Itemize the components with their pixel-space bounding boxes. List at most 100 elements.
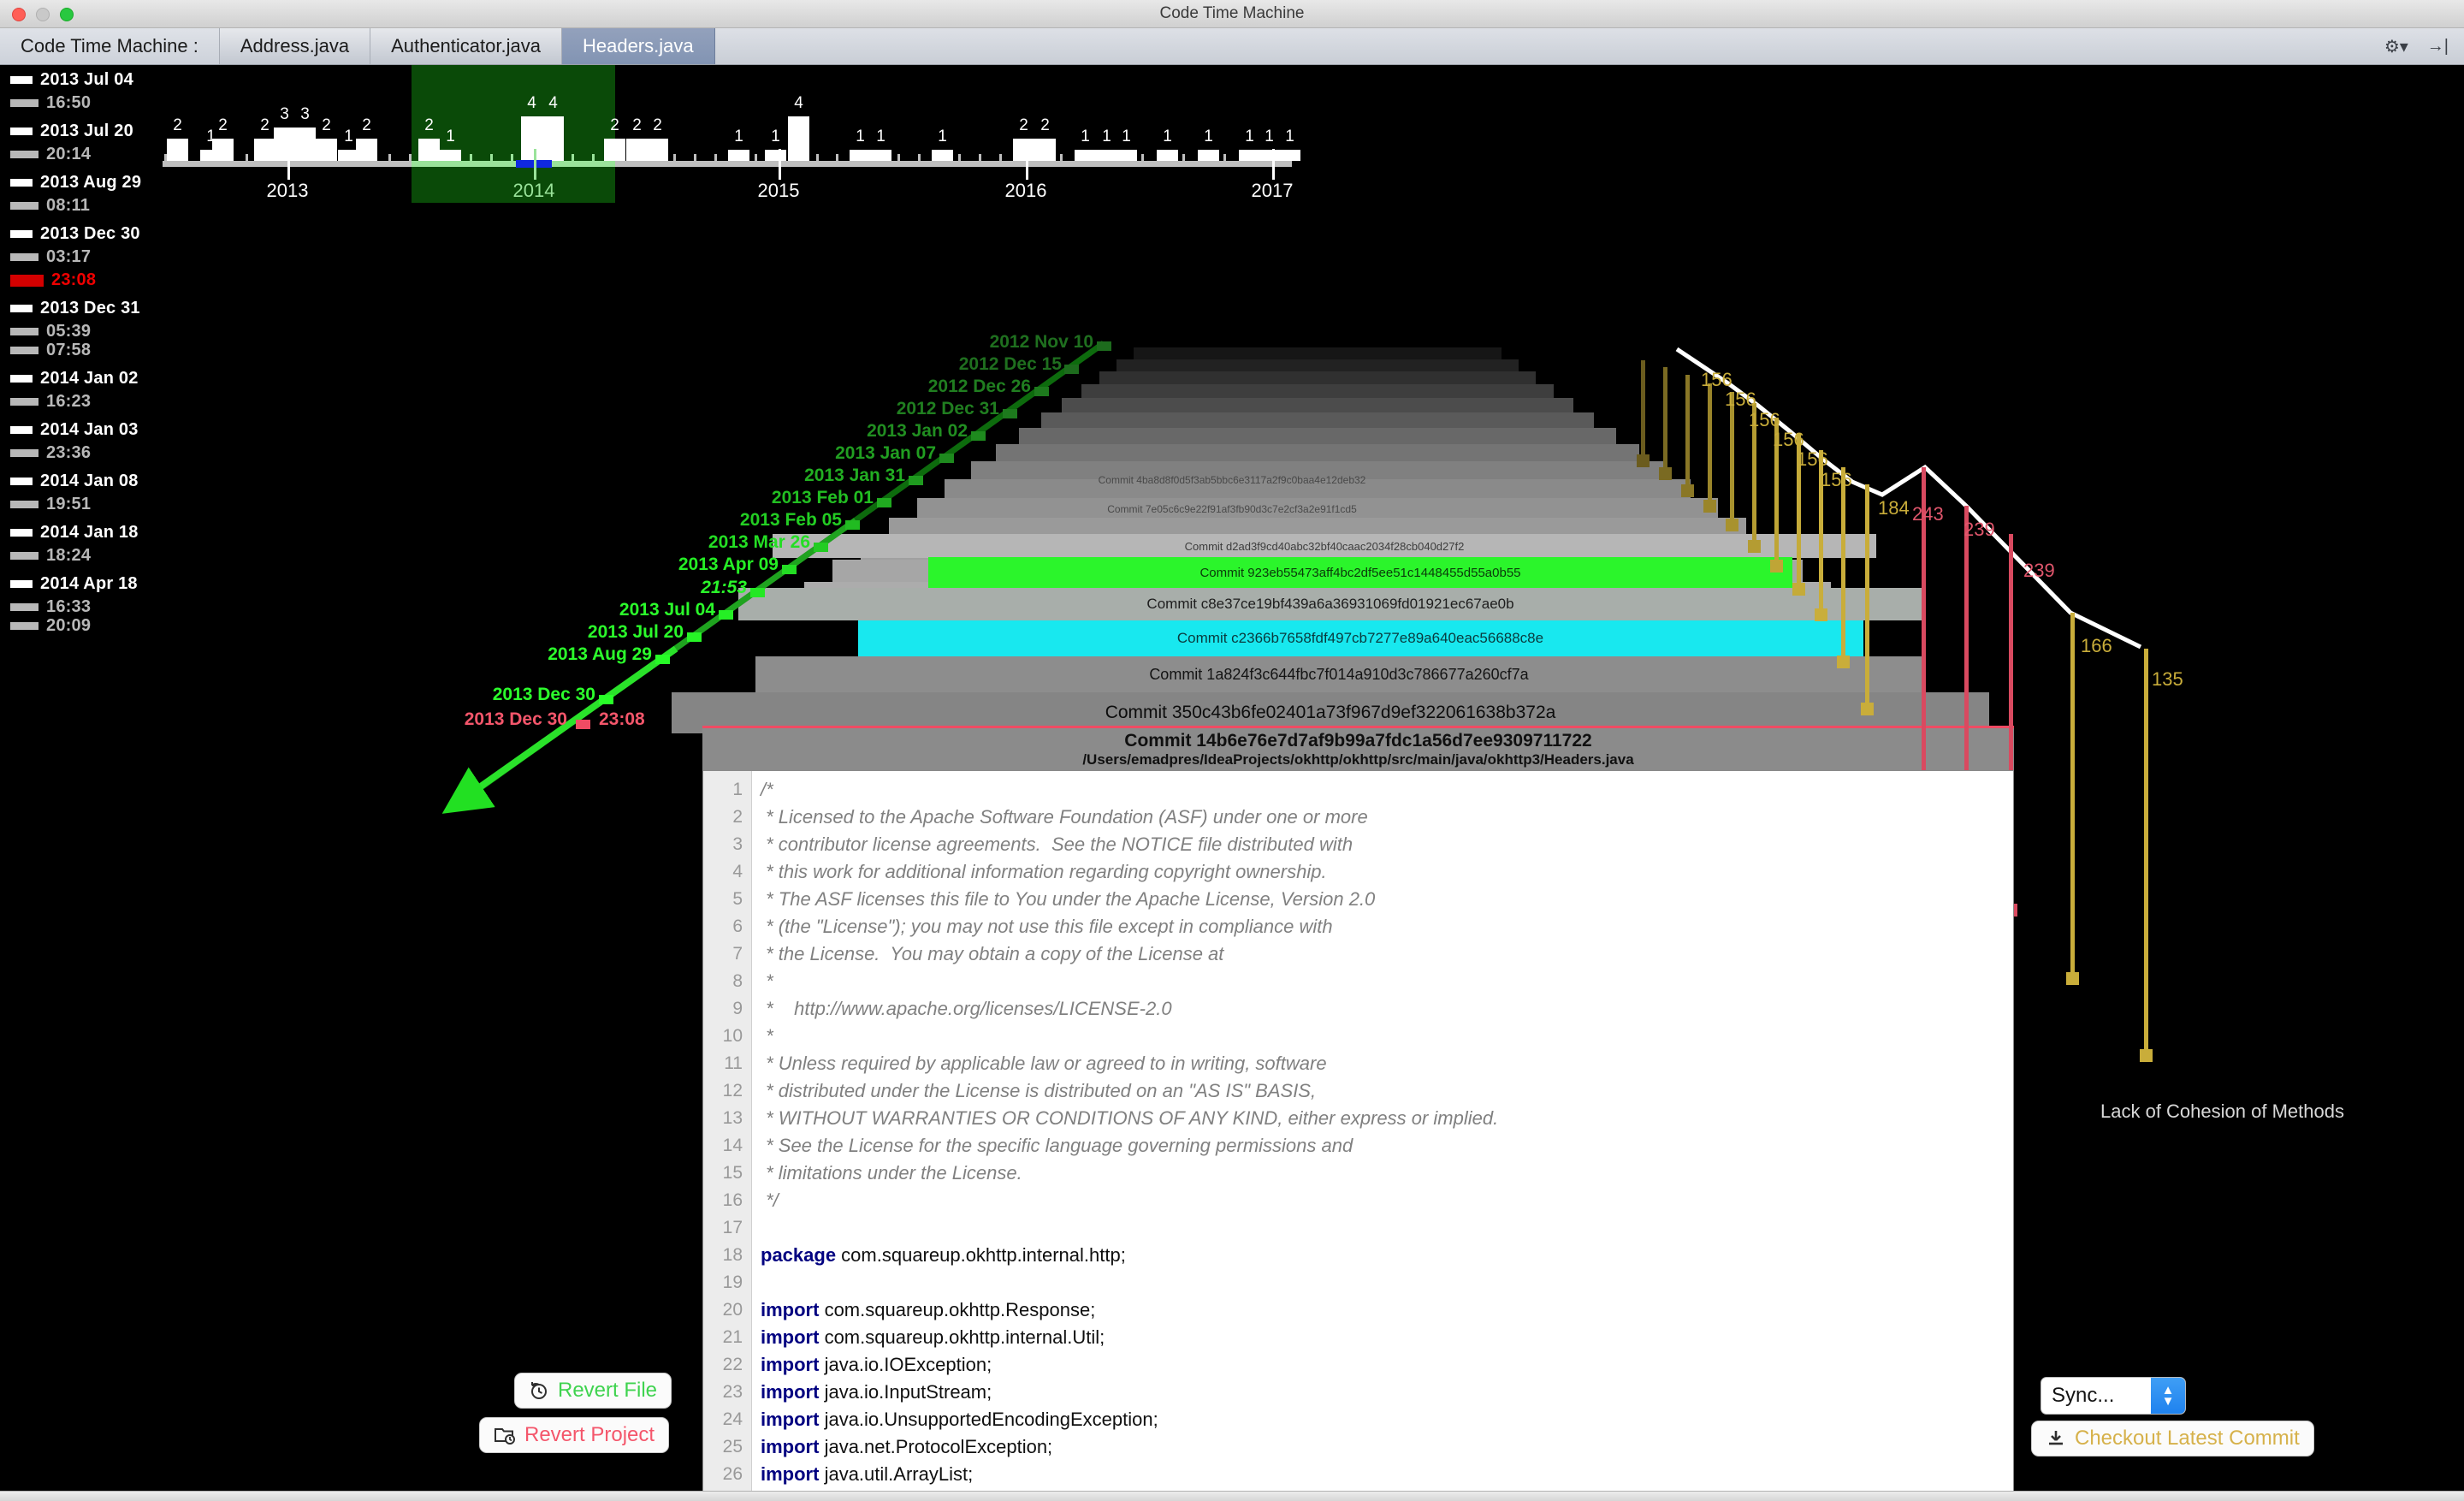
clock-revert-icon	[529, 1380, 549, 1401]
code-line-number: 7	[732, 944, 743, 964]
revert-file-button[interactable]: Revert File	[514, 1373, 672, 1409]
code-line-number: 21	[722, 1327, 743, 1347]
lcom-point[interactable]	[1837, 656, 1850, 668]
code-line-number: 9	[732, 999, 743, 1018]
lcom-stem	[1841, 467, 1845, 656]
code-line: 8 *	[703, 968, 2013, 995]
gear-icon[interactable]: ⚙▾	[2384, 36, 2408, 57]
lcom-value-label: 135	[2152, 668, 2183, 690]
code-line: 20 import com.squareup.okhttp.Response;	[703, 1296, 2013, 1324]
tab-bar-spacer	[714, 28, 2369, 64]
lcom-point[interactable]	[1637, 454, 1650, 467]
code-line: 11 * Unless required by applicable law o…	[703, 1050, 2013, 1077]
checkout-latest-commit-button[interactable]: Checkout Latest Commit	[2031, 1421, 2314, 1457]
code-line-number: 14	[722, 1136, 743, 1155]
code-line-number: 24	[722, 1409, 743, 1429]
lcom-point[interactable]	[1681, 484, 1694, 497]
code-keyword: import	[761, 1326, 820, 1348]
code-keyword: import	[761, 1299, 820, 1320]
code-line-number: 2	[732, 807, 743, 827]
code-keyword: import	[761, 1381, 820, 1403]
sync-select[interactable]: Sync... ▲ ▼	[2040, 1377, 2186, 1415]
code-line: 25 import java.net.ProtocolException;	[703, 1433, 2013, 1461]
code-viewer[interactable]: 1 /* 2 * Licensed to the Apache Software F…	[702, 770, 2014, 1494]
code-line-text: import com.squareup.okhttp.internal.Util…	[761, 1326, 1105, 1348]
lcom-stem	[1730, 392, 1734, 519]
lcom-value-label: 156	[1725, 389, 1756, 410]
code-line-number: 15	[722, 1163, 743, 1183]
tab-bar: Code Time Machine : Address.java Authent…	[0, 28, 2464, 65]
code-line-number: 12	[722, 1081, 743, 1101]
code-line-number: 17	[722, 1218, 743, 1237]
sync-select-value: Sync...	[2052, 1384, 2115, 1407]
code-line-text: * limitations under the License.	[761, 1162, 1022, 1184]
code-keyword: import	[761, 1463, 820, 1485]
lcom-point[interactable]	[2140, 1049, 2153, 1062]
code-line: 6 * (the "License"); you may not use thi…	[703, 913, 2013, 940]
code-keyword: import	[761, 1354, 820, 1375]
lcom-point[interactable]	[1861, 703, 1874, 715]
lcom-point[interactable]	[2066, 972, 2079, 985]
code-line-text: * contributor license agreements. See th…	[761, 834, 1353, 855]
lcom-point[interactable]	[1726, 519, 1738, 531]
code-line: 19	[703, 1269, 2013, 1296]
lcom-point[interactable]	[1792, 583, 1805, 596]
code-line-text: *	[761, 970, 773, 992]
code-line-number: 18	[722, 1245, 743, 1265]
code-line: 1 /*	[703, 776, 2013, 804]
code-keyword: package	[761, 1244, 837, 1266]
maximize-button[interactable]	[60, 8, 74, 21]
code-line-text: import com.squareup.okhttp.Response;	[761, 1299, 1096, 1320]
code-line-text: * WITHOUT WARRANTIES OR CONDITIONS OF AN…	[761, 1107, 1499, 1129]
code-line-number: 23	[722, 1382, 743, 1402]
code-line-text: * Licensed to the Apache Software Founda…	[761, 806, 1368, 828]
code-line: 17	[703, 1214, 2013, 1242]
lcom-stem	[1641, 360, 1645, 454]
revert-project-button[interactable]: Revert Project	[479, 1417, 670, 1453]
code-line-text: * http://www.apache.org/licenses/LICENSE…	[761, 998, 1172, 1019]
code-line-text: * See the License for the specific langu…	[761, 1135, 1353, 1156]
lcom-value-label: 166	[2081, 635, 2112, 656]
code-line-number: 22	[722, 1355, 743, 1374]
code-line: 5 * The ASF licenses this file to You un…	[703, 886, 2013, 913]
lcom-point[interactable]	[1659, 467, 1672, 480]
lcom-stem	[1663, 367, 1667, 467]
code-line-number: 16	[722, 1190, 743, 1210]
code-line-text: * the License. You may obtain a copy of …	[761, 943, 1224, 964]
lcom-point[interactable]	[1770, 560, 1783, 573]
tab-headers-java[interactable]: Headers.java	[561, 28, 715, 64]
code-keyword: import	[761, 1409, 820, 1430]
tab-authenticator-java[interactable]: Authenticator.java	[370, 28, 562, 64]
main-canvas: 2013 Jul 04 16:50 2013 Jul 20 20:14 2013 Aug…	[0, 65, 2464, 1501]
code-line-text: * The ASF licenses this file to You unde…	[761, 888, 1376, 910]
lcom-value-label: 243	[1912, 503, 1944, 525]
lcom-point[interactable]	[1748, 540, 1761, 553]
lcom-point[interactable]	[1703, 500, 1716, 513]
stepper-icon[interactable]: ▲ ▼	[2151, 1378, 2185, 1414]
code-line: 24 import java.io.UnsupportedEncodingExce…	[703, 1406, 2013, 1433]
window-titlebar: Code Time Machine	[0, 0, 2464, 28]
code-line: 7 * the License. You may obtain a copy o…	[703, 940, 2013, 968]
lcom-stem	[2070, 613, 2075, 972]
code-line: 23 import java.io.InputStream;	[703, 1379, 2013, 1406]
code-line-number: 26	[722, 1464, 743, 1484]
minimize-button[interactable]	[36, 8, 50, 21]
code-line-text: import java.io.InputStream;	[761, 1381, 992, 1403]
code-line-number: 4	[732, 862, 743, 881]
code-line-text: package com.squareup.okhttp.internal.htt…	[761, 1244, 1126, 1266]
code-line-text: /*	[761, 779, 773, 800]
code-line: 10 *	[703, 1023, 2013, 1050]
code-line-number: 8	[732, 971, 743, 991]
code-line-text: import java.net.ProtocolException;	[761, 1436, 1053, 1457]
code-lines: 1 /* 2 * Licensed to the Apache Software F…	[703, 776, 2013, 1493]
code-line-number: 13	[722, 1108, 743, 1128]
lcom-stem	[1708, 383, 1712, 500]
app-window: Code Time Machine Code Time Machine : Ad…	[0, 0, 2464, 1501]
tab-address-java[interactable]: Address.java	[219, 28, 371, 64]
lcom-point[interactable]	[1815, 608, 1827, 621]
code-line-text: * this work for additional information r…	[761, 861, 1327, 882]
code-line: 15 * limitations under the License.	[703, 1160, 2013, 1187]
close-button[interactable]	[12, 8, 26, 21]
status-bar	[0, 1491, 2464, 1501]
collapse-icon[interactable]: →|	[2427, 37, 2449, 56]
